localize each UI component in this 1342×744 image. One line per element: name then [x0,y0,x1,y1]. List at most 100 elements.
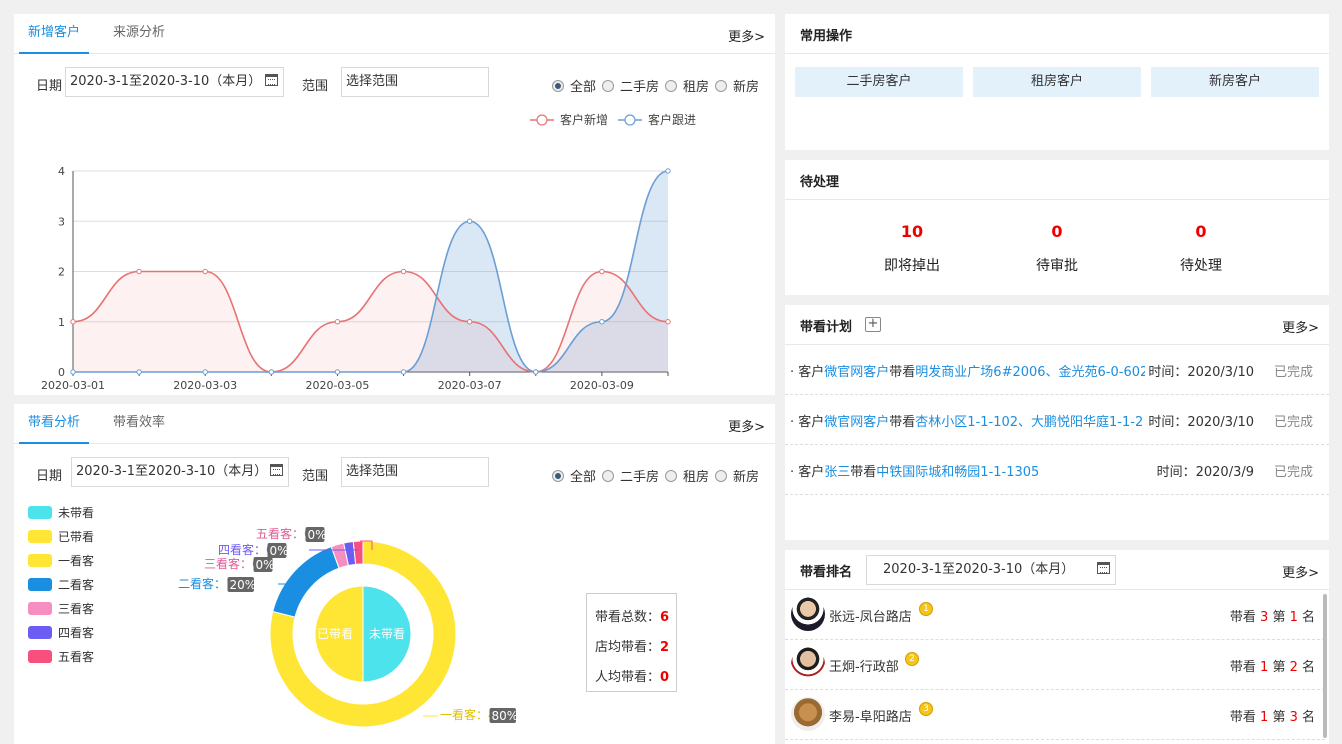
range-label: 范围 [302,469,329,484]
ranking-title: 带看排名 [800,565,853,580]
radio-new-house[interactable]: 新房 [715,466,759,485]
calendar-icon[interactable] [270,464,283,476]
viewing-property-radios: 全部 二手房 租房 新房 [552,466,765,485]
inner-label: 未带看 [369,627,405,641]
data-point [466,319,473,325]
add-plan-icon[interactable]: + [865,317,881,332]
radio-new-house[interactable]: 新房 [715,76,759,95]
ranking-date-input[interactable]: 2020-3-1至2020-3-10（本月） [866,555,1116,585]
radio-dot[interactable] [552,469,564,482]
radio-dot[interactable] [665,79,678,92]
radio-dot[interactable] [715,469,728,482]
legend-label: 客户新增 [560,112,608,127]
radio-rental[interactable]: 租房 [665,76,709,95]
viewing-date-input[interactable]: 2020-3-1至2020-3-10（本月） [71,457,289,487]
plan-customer-link[interactable]: 微官网客户 [824,415,889,430]
todo-pending-approval[interactable]: 0 待审批 [1007,222,1107,275]
tab-viewing-efficiency[interactable]: 带看效率 [113,404,165,444]
plan-prefix: · 客户 [790,415,825,430]
todo-expiring[interactable]: 10 即将掉出 [862,222,962,275]
radio-label: 二手房 [620,470,660,485]
ranking-more-link[interactable]: 更多> [1282,562,1319,581]
plan-prefix: · 客户 [790,465,825,480]
range-select[interactable]: 选择范围 [341,67,489,97]
series-area [73,271,668,372]
todo-count: 0 [1051,222,1063,241]
todo-pending[interactable]: 0 待处理 [1151,222,1251,275]
stat-text: 第 [1268,660,1290,675]
todo-label: 即将掉出 [884,258,940,274]
legend-marker [624,114,636,126]
slice-label: 五看客：0 [256,526,312,541]
secondhand-customers-button[interactable]: 二手房客户 [795,67,963,97]
radio-all[interactable]: 全部 [552,76,596,95]
viewing-range-select[interactable]: 选择范围 [341,457,489,487]
ranking-row[interactable]: 王炯-行政部 2 带看 1 第 2 名 [785,640,1325,690]
plan-property-link[interactable]: 明发商业广场6#2006、金光苑6-0-602 [915,365,1145,380]
tab-new-customers[interactable]: 新增客户 [19,14,90,54]
radio-dot[interactable] [665,469,678,482]
data-point [400,268,407,275]
radio-secondhand[interactable]: 二手房 [602,76,659,95]
y-tick-label: 0 [58,366,65,379]
plan-row[interactable]: · 客户微官网客户带看杏林小区1-1-102、大鹏悦阳华庭1-1-2 时间：20… [785,395,1329,445]
ranking-name: 李易-阜阳路店 [829,710,912,725]
plan-row[interactable]: · 客户张三带看中铁国际城和畅园1-1-1305 时间：2020/3/9 已完成 [785,445,1329,495]
plan-customer-link[interactable]: 微官网客户 [824,365,889,380]
ranking-row[interactable]: 张远-凤台路店 1 带看 3 第 1 名 [785,590,1325,640]
ranking-name: 张远-凤台路店 [829,610,912,625]
stat-text: 带看 [1229,710,1261,725]
customer-trend-chart: 0 1 2 3 4 2020-03-01 2020-03-03 2020-03-05 2020-… [41,112,696,392]
tab-source-analysis[interactable]: 来源分析 [113,14,165,54]
avatar [791,647,825,681]
stat-label: 人均带看： [595,670,661,685]
radio-dot[interactable] [602,469,615,482]
stat-label: 店均带看： [595,640,661,655]
tab-viewing-analysis[interactable]: 带看分析 [19,404,90,444]
radio-dot[interactable] [602,79,615,92]
plan-property-link[interactable]: 中铁国际城和畅园1-1-1305 [876,465,1039,480]
ranking-scrollbar[interactable] [1323,594,1327,738]
data-point [334,319,341,325]
plan-customer-link[interactable]: 张三 [824,465,850,480]
calendar-icon[interactable] [265,74,278,86]
radio-dot[interactable] [552,79,564,92]
date-range-input[interactable]: 2020-3-1至2020-3-10（本月） [65,67,284,97]
stat-text: 第 [1268,710,1290,725]
data-point [400,369,407,375]
viewing-tabs: 带看分析 带看效率 更多> [14,404,775,444]
ranking-row[interactable]: 李易-阜阳路店 3 带看 1 第 3 名 [785,690,1325,740]
data-point [70,319,76,325]
todo-count: 0 [1195,222,1207,241]
plan-more-link[interactable]: 更多> [1282,317,1319,336]
plan-property-link[interactable]: 杏林小区1-1-102、大鹏悦阳华庭1-1-2 [915,415,1143,430]
todo-title: 待处理 [800,175,840,190]
radio-all[interactable]: 全部 [552,466,596,485]
viewing-date-value: 2020-3-1至2020-3-10（本月） [76,464,268,479]
stat-rank: 3 [1289,710,1298,725]
x-tick-label: 2020-03-09 [570,379,634,392]
viewing-more-link[interactable]: 更多> [728,416,765,435]
plan-time: 时间：2020/3/10 [1148,365,1254,380]
plan-header: 带看计划 + 更多> [785,305,1329,345]
plan-row[interactable]: · 客户微官网客户带看明发商业广场6#2006、金光苑6-0-602 时间：20… [785,345,1329,395]
radio-secondhand[interactable]: 二手房 [602,466,659,485]
avatar [791,597,825,631]
ranking-header: 带看排名 2020-3-1至2020-3-10（本月） 更多> [785,550,1329,590]
ranking-name: 王炯-行政部 [829,660,899,675]
medal-icon: 3 [919,702,933,716]
y-tick-label: 3 [58,215,65,228]
plan-verb: 带看 [889,415,916,430]
new-house-customers-button[interactable]: 新房客户 [1151,67,1319,97]
radio-dot[interactable] [715,79,728,92]
rental-customers-button[interactable]: 租房客户 [973,67,1141,97]
ranking-date-value: 2020-3-1至2020-3-10（本月） [883,562,1075,577]
radio-rental[interactable]: 租房 [665,466,709,485]
medal-icon: 1 [919,602,933,616]
radio-label: 新房 [733,470,760,485]
calendar-icon[interactable] [1097,562,1110,574]
stat-value: 6 [660,610,670,625]
property-type-radios: 全部 二手房 租房 新房 [552,76,765,95]
new-customers-more-link[interactable]: 更多> [728,26,765,45]
plan-status: 已完成 [1273,415,1313,430]
